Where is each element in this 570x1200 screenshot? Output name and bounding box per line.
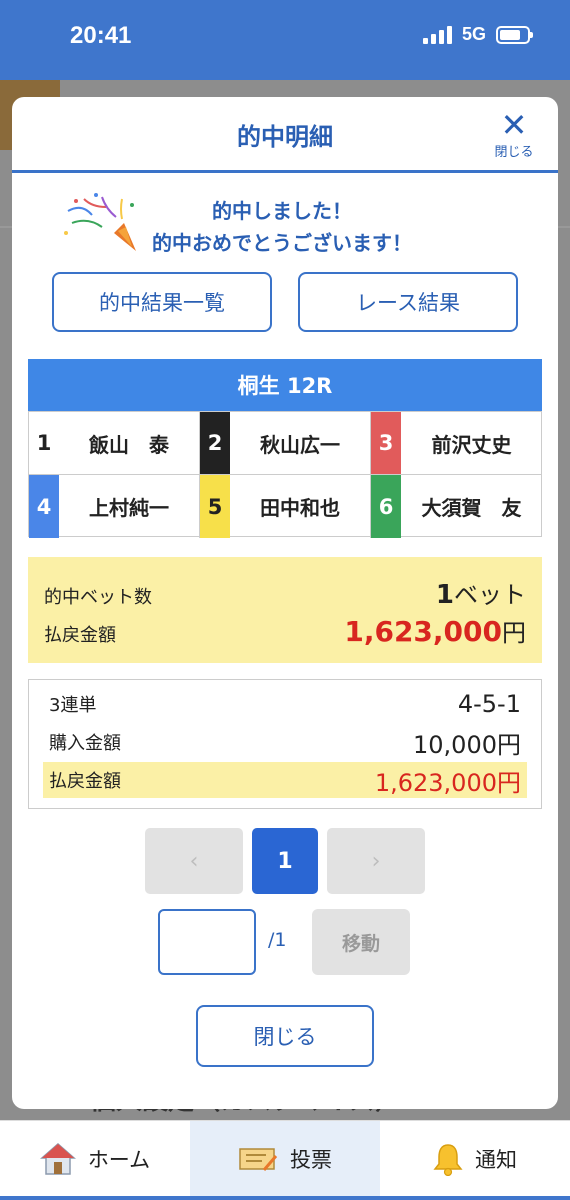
bell-icon: [433, 1144, 463, 1176]
hit-results-list-button[interactable]: 的中結果一覧: [52, 272, 272, 332]
racer-name: 大須賀 友: [421, 496, 522, 520]
bet-count-label: 的中ベット数: [44, 587, 152, 608]
racer-cell: 6 大須賀 友: [371, 475, 542, 538]
racer-name: 田中和也: [260, 496, 340, 520]
bet-count-number: 1: [435, 580, 454, 610]
payout-amount: 1,623,000: [344, 615, 502, 648]
payout-row: 払戻金額 1,623,000円: [44, 613, 526, 648]
congrats-line-2: 的中おめでとうございます！: [152, 231, 412, 255]
racer-cell: 5 田中和也: [200, 475, 371, 538]
tab-home[interactable]: ホーム: [0, 1121, 190, 1197]
detail-payout-row: 払戻金額 1,623,000円: [43, 762, 527, 798]
signal-icon: [422, 25, 452, 44]
tab-home-label: ホーム: [87, 1148, 151, 1172]
close-button[interactable]: 閉じる: [196, 1005, 374, 1067]
payout-label: 払戻金額: [44, 625, 116, 646]
racer-number: 4: [29, 475, 59, 538]
bottom-tab-bar: ホーム 投票 通知: [0, 1120, 570, 1200]
racer-number: 1: [29, 412, 59, 474]
page-total: /1: [268, 929, 287, 951]
tab-notify[interactable]: 通知: [380, 1121, 570, 1197]
home-icon: [39, 1143, 76, 1175]
purchase-label: 購入金額: [49, 733, 121, 754]
racer-name: 飯山 泰: [89, 432, 169, 457]
result-links: 的中結果一覧 レース結果: [52, 272, 519, 332]
status-bar: 20:41 5G: [0, 0, 570, 80]
hit-summary: 的中ベット数 1ベット 払戻金額 1,623,000円: [28, 557, 542, 663]
modal-close-button[interactable]: ✕ 閉じる: [484, 107, 544, 160]
page-jump-input[interactable]: [158, 909, 256, 975]
racer-number: 5: [200, 475, 230, 538]
congrats-line-1: 的中しました！: [212, 199, 352, 223]
hit-details-modal: 的中明細 ✕ 閉じる 的中しました！ 的中おめでとうございます！ 的中結果一覧 …: [12, 97, 558, 1109]
network-label: 5G: [461, 24, 486, 44]
page-jump-button[interactable]: 移動: [312, 909, 410, 975]
page-jump: /1 移動: [12, 909, 558, 975]
racer-number: 3: [371, 412, 401, 474]
racer-name: 上村純一: [89, 496, 169, 520]
pagination: ‹ 1 ›: [12, 828, 558, 894]
racer-name: 秋山広一: [260, 432, 340, 457]
purchase-row: 購入金額 10,000円: [43, 724, 527, 760]
racer-grid: 1 飯山 泰 2 秋山広一 3 前沢丈史 4 上村純一 5 田中和也 6 大須賀…: [28, 411, 542, 538]
party-popper-icon: [64, 193, 136, 251]
racer-cell: 2 秋山広一: [200, 412, 371, 475]
tab-notify-label: 通知: [475, 1148, 517, 1172]
racer-cell: 1 飯山 泰: [29, 412, 200, 475]
detail-payout-label: 払戻金額: [49, 771, 121, 792]
modal-title: 的中明細: [237, 123, 333, 151]
racer-number: 2: [200, 412, 230, 474]
racer-cell: 3 前沢丈史: [371, 412, 542, 475]
congrats-message: 的中しました！ 的中おめでとうございます！: [12, 173, 558, 265]
tab-vote[interactable]: 投票: [190, 1121, 380, 1197]
payout-unit: 円: [502, 619, 526, 647]
bet-type-label: 3連単: [49, 695, 97, 716]
next-page-button[interactable]: ›: [327, 828, 425, 894]
battery-icon: [496, 25, 533, 44]
purchase-value: 10,000円: [413, 730, 521, 759]
close-icon-label: 閉じる: [494, 145, 534, 160]
bet-count-value: 1ベット: [436, 575, 526, 610]
race-title: 桐生 12R: [28, 359, 542, 411]
bet-count-row: 的中ベット数 1ベット: [44, 575, 526, 610]
bet-type-row: 3連単 4-5-1: [43, 686, 527, 722]
racer-number: 6: [371, 475, 401, 538]
close-icon: ✕: [500, 106, 528, 144]
tab-vote-label: 投票: [290, 1148, 332, 1172]
bottom-edge: [0, 1196, 570, 1200]
status-indicators: 5G: [422, 24, 533, 45]
bet-combination: 4-5-1: [457, 690, 521, 718]
bet-count-unit: ベット: [454, 581, 526, 609]
racer-name: 前沢丈史: [431, 432, 512, 457]
race-results-button[interactable]: レース結果: [298, 272, 518, 332]
status-time: 20:41: [70, 22, 132, 49]
modal-header: 的中明細 ✕ 閉じる: [12, 97, 558, 173]
racer-cell: 4 上村純一: [29, 475, 200, 538]
page-number-current[interactable]: 1: [252, 828, 318, 894]
bet-detail: 3連単 4-5-1 購入金額 10,000円 払戻金額 1,623,000円: [28, 679, 542, 809]
ticket-icon: [239, 1148, 278, 1171]
detail-payout-value: 1,623,000円: [374, 768, 521, 797]
congrats-text: 的中しました！ 的中おめでとうございます！: [152, 195, 412, 259]
prev-page-button[interactable]: ‹: [145, 828, 243, 894]
payout-value: 1,623,000円: [344, 613, 526, 648]
